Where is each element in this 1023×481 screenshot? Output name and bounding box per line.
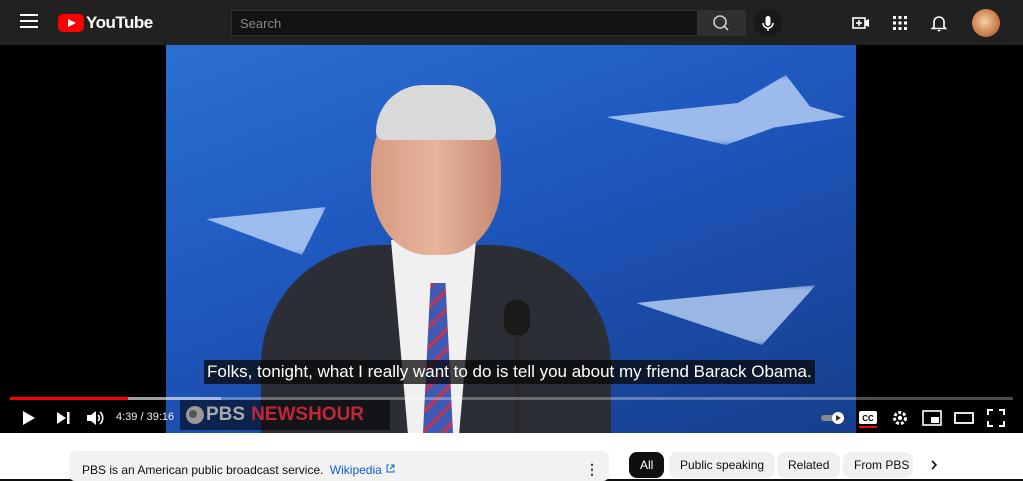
masthead: YouTube bbox=[0, 0, 1023, 45]
background-star bbox=[206, 207, 326, 255]
time-display: 4:39 / 39:16 bbox=[116, 411, 175, 423]
youtube-logo[interactable]: YouTube bbox=[58, 12, 153, 34]
pbs-head-logo-icon bbox=[186, 406, 204, 424]
play-icon bbox=[23, 411, 35, 425]
info-panel-text: PBS is an American public broadcast serv… bbox=[82, 463, 396, 477]
fullscreen-icon bbox=[987, 409, 1005, 427]
settings-button[interactable] bbox=[889, 407, 911, 429]
mute-button[interactable] bbox=[84, 407, 106, 429]
search-input[interactable] bbox=[232, 11, 697, 35]
subtitles-button[interactable]: CC bbox=[857, 407, 879, 429]
chip-public-speaking[interactable]: Public speaking bbox=[669, 452, 776, 478]
volume-icon bbox=[87, 411, 104, 425]
search-box[interactable] bbox=[231, 10, 698, 36]
search-button[interactable] bbox=[697, 10, 746, 36]
autoplay-toggle-icon bbox=[821, 412, 844, 424]
speaker-hair bbox=[376, 85, 496, 140]
next-button[interactable] bbox=[52, 407, 74, 429]
avatar[interactable] bbox=[972, 9, 1000, 37]
apps-grid-icon[interactable] bbox=[889, 12, 911, 34]
background-star bbox=[636, 285, 816, 345]
progress-played bbox=[10, 397, 129, 400]
subtitle-caption: Folks, tonight, what I really want to do… bbox=[204, 360, 815, 384]
wikipedia-link[interactable]: Wikipedia bbox=[330, 463, 382, 477]
progress-bar[interactable] bbox=[10, 397, 1013, 400]
svg-text:CC: CC bbox=[862, 414, 874, 423]
chip-from-pbs[interactable]: From PBS bbox=[843, 452, 913, 478]
menu-icon[interactable] bbox=[20, 14, 38, 28]
notifications-bell-icon[interactable] bbox=[928, 12, 950, 34]
theater-mode-button[interactable] bbox=[953, 407, 975, 429]
logo-text: YouTube bbox=[86, 13, 153, 32]
gear-icon bbox=[893, 411, 907, 425]
external-link-icon[interactable] bbox=[385, 463, 396, 474]
create-video-icon[interactable] bbox=[850, 12, 872, 34]
closed-captions-icon: CC bbox=[859, 411, 877, 428]
chip-all[interactable]: All bbox=[629, 452, 665, 478]
info-panel: PBS is an American public broadcast serv… bbox=[69, 451, 609, 481]
chevron-right-icon bbox=[931, 460, 938, 470]
fullscreen-button[interactable] bbox=[985, 407, 1007, 429]
chip-related[interactable]: Related bbox=[777, 452, 841, 478]
below-player-area: PBS is an American public broadcast serv… bbox=[0, 433, 1023, 481]
video-player[interactable]: Folks, tonight, what I really want to do… bbox=[0, 45, 1023, 433]
theater-mode-icon bbox=[954, 412, 974, 424]
background-star bbox=[606, 75, 846, 145]
player-controls: 4:39 / 39:16 PBS NEWSHOUR CC bbox=[0, 400, 1023, 433]
watermark-pbs: PBS bbox=[206, 404, 246, 425]
miniplayer-icon bbox=[922, 410, 942, 426]
watermark-newshour: NEWSHOUR bbox=[251, 404, 365, 425]
miniplayer-button[interactable] bbox=[921, 407, 943, 429]
info-panel-description: PBS is an American public broadcast serv… bbox=[82, 463, 324, 477]
microphone-icon bbox=[762, 16, 774, 31]
podium-microphone bbox=[504, 300, 530, 336]
voice-search-button[interactable] bbox=[754, 9, 782, 37]
skip-next-icon bbox=[57, 412, 70, 424]
autoplay-toggle[interactable] bbox=[820, 407, 846, 429]
chips-next-arrow[interactable] bbox=[922, 452, 946, 478]
youtube-play-icon bbox=[58, 14, 84, 32]
pbs-newshour-watermark: PBS NEWSHOUR bbox=[180, 400, 390, 430]
play-button[interactable] bbox=[17, 407, 39, 429]
more-options-icon[interactable]: ⋮ bbox=[585, 461, 599, 478]
search-icon bbox=[713, 15, 729, 31]
